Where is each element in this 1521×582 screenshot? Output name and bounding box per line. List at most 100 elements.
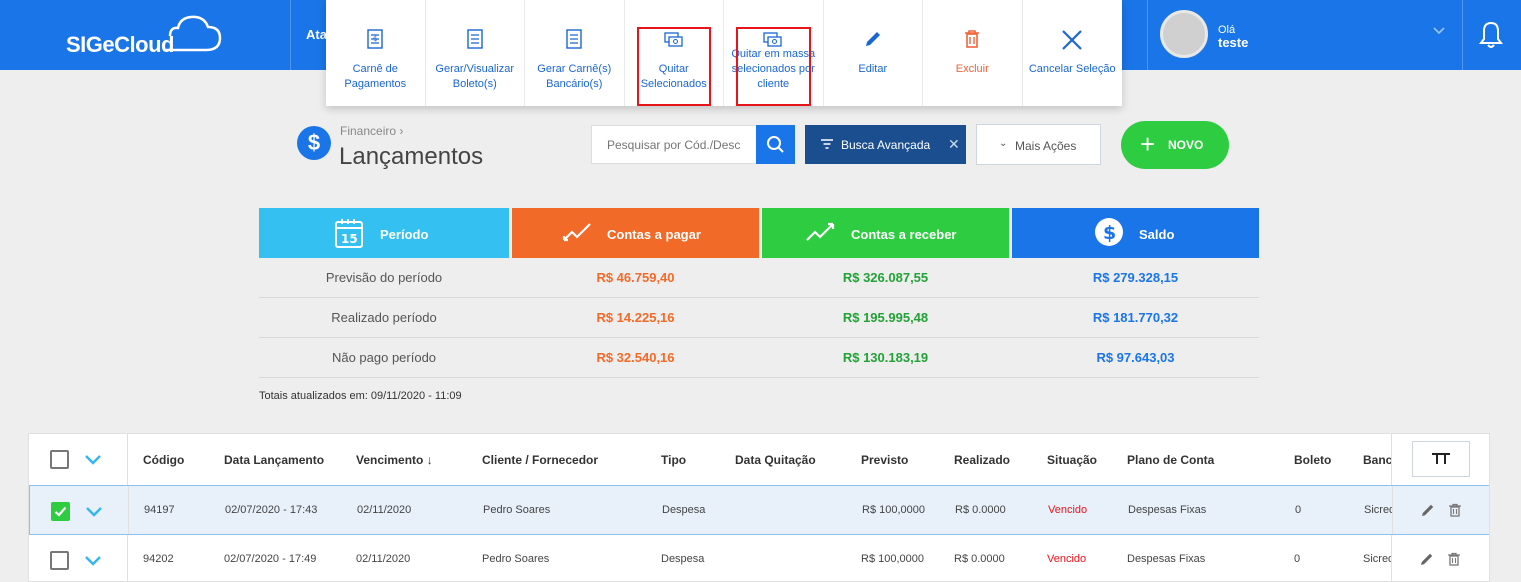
bell-icon[interactable]	[1478, 20, 1504, 50]
cell-vencimento: 02/11/2020	[356, 553, 411, 565]
editar-button[interactable]: Editar	[824, 0, 923, 106]
card-label: Saldo	[1139, 227, 1175, 242]
value-pagar: R$ 32.540,16	[596, 350, 675, 365]
column-header-situacao[interactable]: Situação	[1047, 453, 1097, 467]
cell-codigo: 94197	[144, 504, 175, 516]
row-checkbox[interactable]	[50, 551, 69, 570]
avatar[interactable]	[1160, 10, 1208, 58]
svg-text:$: $	[1103, 222, 1116, 244]
column-header-vencimento[interactable]: Vencimento ↓	[356, 453, 433, 467]
trash-icon[interactable]	[1448, 503, 1462, 517]
column-header-codigo[interactable]: Código	[143, 453, 184, 467]
summary-row: Não pago período R$ 32.540,16 R$ 130.183…	[259, 338, 1259, 378]
column-header-previsto[interactable]: Previsto	[861, 453, 908, 467]
clipped-column: Sicredi	[1364, 486, 1392, 534]
check-icon	[54, 506, 67, 517]
pencil-icon[interactable]	[1420, 552, 1434, 566]
excluir-button[interactable]: Excluir	[923, 0, 1023, 106]
column-header-plano-conta[interactable]: Plano de Conta	[1127, 453, 1214, 467]
close-icon[interactable]: ✕	[948, 136, 960, 153]
cell-banco: Sicredi	[1363, 553, 1391, 565]
carne-pagamentos-button[interactable]: $ Carnê de Pagamentos	[326, 0, 426, 106]
trash-icon[interactable]	[1447, 552, 1461, 566]
breadcrumb[interactable]: Financeiro ›	[340, 124, 403, 138]
selection-actions-menu: $ Carnê de Pagamentos Gerar/Visualizar B…	[326, 0, 1122, 106]
table-row[interactable]: 94202 02/07/2020 - 17:49 02/11/2020 Pedr…	[29, 535, 1489, 581]
chevron-down-icon[interactable]	[84, 551, 102, 569]
advanced-search-label: Busca Avançada	[841, 138, 931, 152]
summary-row-label: Previsão do período	[325, 270, 443, 285]
cell-cliente: Pedro Soares	[482, 553, 550, 565]
chevron-down-icon[interactable]	[85, 502, 103, 520]
user-menu[interactable]: Olá teste	[1148, 0, 1462, 70]
search-button[interactable]	[756, 125, 795, 164]
page-title: Lançamentos	[339, 143, 484, 170]
action-label: Excluir	[955, 63, 989, 75]
cell-realizado: R$ 0.0000	[955, 504, 1006, 516]
column-header-cliente[interactable]: Cliente / Fornecedor	[482, 453, 598, 467]
gerar-boleto-button[interactable]: Gerar/Visualizar Boleto(s)	[426, 0, 525, 106]
value-saldo: R$ 279.328,15	[1092, 270, 1179, 285]
column-header-label: Vencimento	[356, 453, 424, 467]
action-label: Gerar Carnê(s) Bancário(s)	[537, 63, 612, 90]
action-label: Cancelar Seleção	[1028, 63, 1116, 75]
cell-realizado: R$ 0.0000	[954, 553, 1005, 565]
action-label: Quitar em massa selecionados por cliente	[731, 48, 816, 90]
gerar-carne-bancario-button[interactable]: Gerar Carnê(s) Bancário(s)	[525, 0, 625, 106]
cell-boleto: 0	[1295, 504, 1302, 516]
row-actions	[1391, 535, 1489, 581]
logo-text: SIGeCloud	[66, 32, 174, 57]
chevron-down-icon[interactable]	[1432, 26, 1446, 36]
column-header-data-lancamento[interactable]: Data Lançamento	[224, 453, 324, 467]
more-actions-button[interactable]: ⌄ Mais Ações	[976, 124, 1101, 165]
actions-column	[1391, 434, 1489, 485]
cell-banco: Sicredi	[1364, 504, 1392, 516]
totals-updated-note: Totais atualizados em: 09/11/2020 - 11:0…	[259, 390, 462, 402]
search-input[interactable]	[591, 125, 756, 164]
new-button-label: NOVO	[1168, 138, 1204, 152]
value-pagar: R$ 46.759,40	[596, 270, 675, 285]
column-header-tipo[interactable]: Tipo	[661, 453, 686, 467]
breadcrumb-item[interactable]: Financeiro	[340, 124, 396, 138]
column-header-banco[interactable]: Banco	[1363, 453, 1391, 467]
column-header-realizado[interactable]: Realizado	[954, 453, 1010, 467]
quitar-em-massa-button[interactable]: Quitar em massa selecionados por cliente	[724, 0, 824, 106]
calendar-day: 15	[341, 232, 358, 246]
logo[interactable]: SIGeCloud	[66, 14, 226, 58]
cell-plano-conta: Despesas Fixas	[1128, 504, 1207, 516]
pencil-icon[interactable]	[1421, 503, 1435, 517]
table-row[interactable]: 94197 02/07/2020 - 17:43 02/11/2020 Pedr…	[29, 485, 1489, 535]
column-config-button[interactable]	[1412, 441, 1470, 477]
cell-cliente: Pedro Soares	[483, 504, 551, 516]
summary-row-label: Não pago período	[331, 350, 437, 365]
select-all-checkbox[interactable]	[50, 450, 69, 469]
clipped-column: Banco	[1363, 434, 1391, 485]
cell-boleto: 0	[1294, 553, 1301, 565]
header-divider	[290, 0, 291, 70]
column-header-data-quitacao[interactable]: Data Quitação	[735, 453, 816, 467]
select-column	[29, 434, 128, 485]
cancelar-selecao-button[interactable]: Cancelar Seleção	[1023, 0, 1123, 106]
calendar-icon: 15	[335, 219, 363, 248]
select-column	[29, 535, 128, 581]
chevron-down-icon[interactable]	[84, 450, 102, 468]
pencil-icon	[865, 32, 880, 46]
nav-item-partial[interactable]: Ata	[306, 27, 327, 42]
close-icon	[1062, 30, 1083, 50]
card-saldo: $ Saldo	[1012, 208, 1259, 258]
column-header-boleto[interactable]: Boleto	[1294, 453, 1331, 467]
quitar-selecionados-button[interactable]: Quitar Selecionados	[625, 0, 724, 106]
action-label: Editar	[858, 63, 888, 75]
clipped-column: Sicredi	[1363, 535, 1391, 581]
columns-icon	[1432, 453, 1450, 464]
row-actions	[1392, 486, 1489, 534]
table-header-row: Código Data Lançamento Vencimento ↓ Clie…	[29, 434, 1489, 486]
row-checkbox[interactable]	[51, 502, 70, 521]
card-label: Contas a receber	[851, 227, 957, 242]
cell-data-lancamento: 02/07/2020 - 17:49	[224, 553, 317, 565]
search-icon	[767, 136, 784, 153]
advanced-search-button[interactable]: Busca Avançada ✕	[805, 125, 966, 164]
dollar-icon: $	[1095, 218, 1123, 246]
new-button[interactable]: + NOVO	[1121, 121, 1229, 169]
lancamentos-table: Código Data Lançamento Vencimento ↓ Clie…	[28, 433, 1490, 582]
